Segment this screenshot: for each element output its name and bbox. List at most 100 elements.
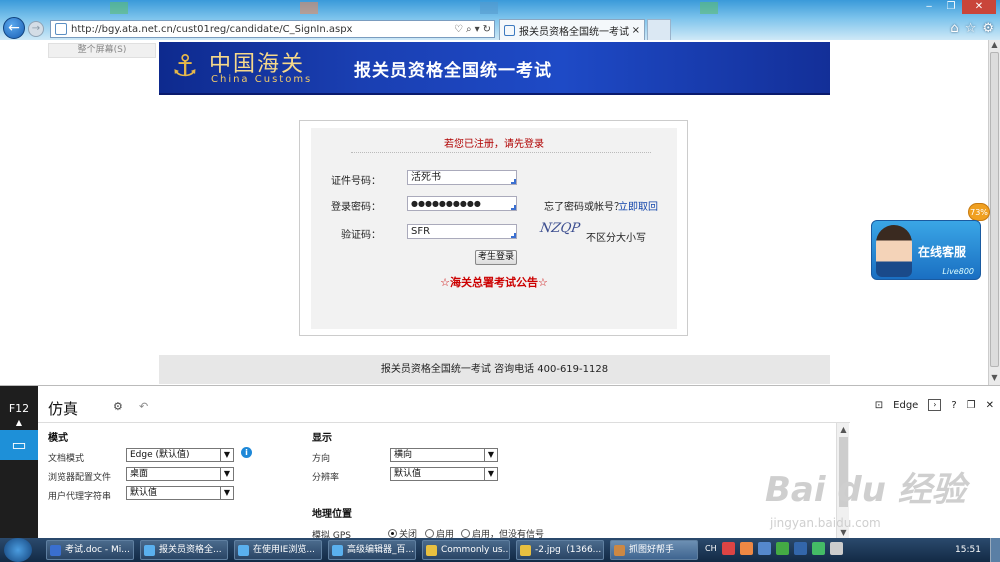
taskbar-item[interactable]: 考试.doc - Mi... [46, 540, 134, 560]
taskbar-item[interactable]: -2.jpg（1366... [516, 540, 604, 560]
reset-icon[interactable]: ↶ [139, 400, 148, 413]
taskbar: 考试.doc - Mi... 报关员资格全... 在使用IE浏览... 高级编辑… [0, 538, 1000, 562]
doc-mode-icon[interactable]: ⊡ [875, 400, 883, 411]
chevron-down-icon: ▼ [220, 449, 233, 461]
console-icon[interactable]: › [928, 399, 942, 411]
browser-chrome: ← → http://bgy.ata.net.cn/cust01reg/cand… [0, 0, 1000, 40]
dropdown-icon[interactable]: ▾ [475, 24, 480, 35]
online-service-widget[interactable]: 在线客服 Live800 [871, 220, 981, 280]
tray-icon[interactable] [739, 542, 753, 555]
password-field[interactable]: ●●●●●●●●●● [407, 196, 517, 211]
tray-icon[interactable] [793, 542, 807, 555]
scroll-thumb[interactable] [990, 52, 999, 367]
resolution-label: 分辨率 [312, 473, 340, 483]
taskbar-item[interactable]: 高级编辑器_百... [328, 540, 416, 560]
clock[interactable]: 15:51 [955, 538, 981, 562]
compat-icon[interactable]: ♡ [454, 24, 463, 35]
chat-badge: 73% [968, 203, 990, 221]
captcha-field[interactable]: SFR [407, 224, 517, 239]
captcha-hint: 不区分大小写 [586, 233, 646, 244]
desktop-tile [700, 2, 718, 14]
scroll-up-icon[interactable]: ▲ [989, 40, 1000, 52]
refresh-icon[interactable]: ↻ [483, 24, 491, 35]
page-viewport: 整个屏幕(S) ⚓ 中国海关 China Customs 报关员资格全国统一考试… [0, 40, 988, 385]
login-form: 若您已注册，请先登录 证件号码： 活死书 登录密码： ●●●●●●●●●● 忘了… [311, 128, 677, 329]
caret-up-icon[interactable]: ▲ [0, 418, 38, 427]
minimize-icon[interactable]: ‒ [918, 0, 940, 14]
volume-icon[interactable] [829, 542, 843, 555]
taskbar-item[interactable]: Commonly us... [422, 540, 510, 560]
ua-select[interactable]: 默认值 ▼ [126, 486, 234, 500]
customs-emblem-icon: ⚓ [171, 49, 199, 84]
browser-profile-select[interactable]: 桌面 ▼ [126, 467, 234, 481]
help-icon[interactable]: ? [951, 400, 956, 411]
geo-section: 地理位置 [312, 509, 352, 520]
doc-mode-label: 文档模式 [48, 454, 85, 464]
gear-icon[interactable]: ⚙ [982, 21, 994, 36]
url-text[interactable]: http://bgy.ata.net.cn/cust01reg/candidat… [71, 24, 454, 35]
banner-title: 报关员资格全国统一考试 [354, 61, 552, 81]
display-section: 显示 [312, 433, 332, 444]
watermark: Bai du 经验 [765, 470, 966, 510]
page-footer: 报关员资格全国统一考试 咨询电话 400-619-1128 [159, 355, 830, 384]
field-grip [511, 179, 516, 184]
show-desktop-button[interactable] [990, 538, 1000, 562]
taskbar-item[interactable]: 在使用IE浏览... [234, 540, 322, 560]
desktop-tile [110, 2, 128, 14]
close-devtools-icon[interactable]: ✕ [986, 400, 994, 411]
browser-profile-select-value: 桌面 [130, 469, 149, 479]
favorites-icon[interactable]: ☆ [965, 21, 977, 36]
login-button[interactable]: 考生登录 [475, 250, 517, 265]
orientation-select[interactable]: 横向 ▼ [390, 448, 498, 462]
lang-indicator[interactable]: CH [705, 544, 717, 553]
login-notice: 若您已注册，请先登录 [444, 139, 544, 150]
captcha-image[interactable]: NZQP [539, 221, 585, 237]
page-icon [55, 23, 67, 35]
radio-dot [461, 529, 470, 538]
resolution-select[interactable]: 默认值 ▼ [390, 467, 498, 481]
id-field-value: 活死书 [411, 172, 441, 183]
address-bar[interactable]: http://bgy.ata.net.cn/cust01reg/candidat… [50, 20, 495, 38]
agent-avatar [876, 225, 912, 277]
tray-icon[interactable] [811, 542, 825, 555]
divider [351, 152, 651, 153]
taskbar-item[interactable]: 报关员资格全... [140, 540, 228, 560]
doc-mode-select[interactable]: Edge (默认值) ▼ [126, 448, 234, 462]
tab-title: 报关员资格全国统一考试 [519, 26, 629, 38]
new-tab-button[interactable] [647, 19, 671, 40]
taskbar-item[interactable]: 抓图好帮手 [610, 540, 698, 560]
desktop-tile [480, 2, 498, 14]
chat-label: 在线客服 [918, 245, 967, 259]
logo-en: China Customs [211, 74, 313, 85]
retrieve-link[interactable]: 立即取回 [618, 198, 658, 213]
announcement-link[interactable]: ☆海关总署考试公告☆ [311, 274, 677, 290]
home-icon[interactable]: ⌂ [950, 21, 958, 36]
watermark-sub: jingyan.baidu.com [770, 516, 881, 530]
chevron-down-icon: ▼ [484, 449, 497, 461]
info-icon[interactable]: i [241, 447, 252, 458]
search-icon[interactable]: ⌕ [466, 24, 472, 35]
tray-icon[interactable] [721, 542, 735, 555]
tab-active[interactable]: 报关员资格全国统一考试 × [499, 19, 645, 40]
close-icon[interactable]: ✕ [962, 0, 996, 14]
forward-button[interactable]: → [28, 21, 44, 37]
devtools-title: 仿真 [48, 400, 79, 418]
persist-icon[interactable]: ⚙ [113, 400, 123, 413]
emulation-icon[interactable]: ▭ [0, 430, 38, 460]
tray-icon[interactable] [757, 542, 771, 555]
undock-icon[interactable]: ❐ [967, 400, 976, 411]
scroll-down-icon[interactable]: ▼ [989, 373, 1000, 385]
start-button[interactable] [4, 538, 32, 562]
tray-icon[interactable] [775, 542, 789, 555]
scroll-up-icon[interactable]: ▲ [837, 425, 850, 434]
browser-profile-label: 浏览器配置文件 [48, 473, 112, 483]
id-field[interactable]: 活死书 [407, 170, 517, 185]
doc-mode-value[interactable]: Edge [893, 400, 918, 411]
maximize-icon[interactable]: ❐ [940, 0, 962, 14]
toolbar-icons: ⌂ ☆ ⚙ [950, 21, 994, 36]
fullscreen-label: 整个屏幕(S) [48, 43, 156, 58]
tab-close-icon[interactable]: × [632, 25, 640, 36]
ua-select-value: 默认值 [130, 488, 158, 498]
back-button[interactable]: ← [3, 17, 25, 39]
forgot-text: 忘了密码或帐号？ [544, 202, 624, 213]
